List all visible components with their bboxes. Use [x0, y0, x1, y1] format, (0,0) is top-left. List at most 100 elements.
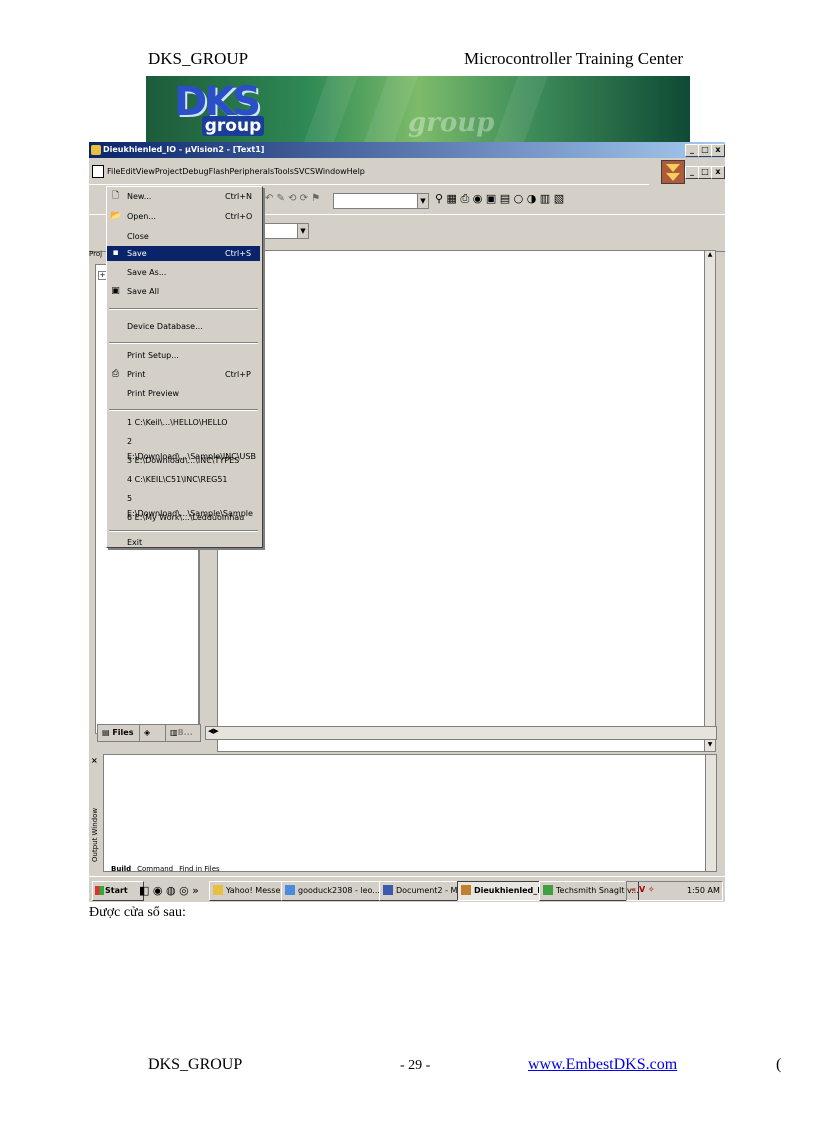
output-tab-1[interactable]: Command	[137, 865, 173, 873]
file-menu-item[interactable]: 5 E:\Download\...\Sample\Sample	[107, 491, 260, 518]
file-menu-item[interactable]: ▣ Save All	[107, 284, 260, 299]
close-button[interactable]: x	[711, 144, 725, 157]
taskbar-item[interactable]: Dieukhienled_IO ...	[457, 881, 551, 901]
file-menu-item-label: Print Setup...	[127, 351, 179, 360]
file-menu-item[interactable]: 🗋 New... Ctrl+N	[107, 189, 260, 204]
scroll-up-icon[interactable]: ▲	[705, 251, 715, 261]
save-all-icon: ▣	[111, 286, 120, 296]
output-window-label: Output Window	[91, 807, 99, 862]
menubar-row: FileEditViewProjectDebugFlashPeripherals…	[89, 158, 725, 184]
menu-separator	[109, 342, 258, 344]
footer-url-link[interactable]: www.EmbestDKS.com	[528, 1056, 677, 1074]
editor-area[interactable]: ▲ ▼	[217, 250, 716, 752]
output-vscroll[interactable]	[705, 755, 716, 871]
file-menu-item-label: 3 E:\Download\...\INC\TYPES	[127, 456, 240, 465]
files-tab-icon: ▤	[102, 728, 113, 737]
file-menu-item-label: New...	[127, 192, 152, 201]
open-folder-icon: 📂	[110, 211, 122, 221]
quick-launch-icons[interactable]: ◧ ◉ ◍ ◎ »	[139, 884, 199, 897]
file-menu-item-shortcut: Ctrl+O	[225, 212, 253, 221]
scroll-left-icon[interactable]: ◀▶	[208, 727, 219, 735]
doc-minimize-button[interactable]: _	[685, 166, 699, 179]
file-menu-item-shortcut: Ctrl+S	[225, 249, 252, 258]
file-menu-item[interactable]: 1 C:\Keil\...\HELLO\HELLO	[107, 415, 260, 430]
app-icon	[213, 885, 223, 895]
menu-tools[interactable]: Tools	[274, 167, 294, 176]
tab-books[interactable]: ▥B...	[165, 724, 201, 742]
app-icon	[543, 885, 553, 895]
app-icon	[91, 145, 101, 155]
project-label: Proj	[89, 250, 103, 258]
file-menu-item[interactable]: Print Preview	[107, 386, 260, 401]
taskbar-item[interactable]: Document2 - Micros...	[379, 881, 469, 901]
app-icon	[285, 885, 295, 895]
menubar: FileEditViewProjectDebugFlashPeripherals…	[107, 167, 365, 176]
toolbar-edit-icons[interactable]: ↶ ✎ ⟲ ⟳ ⚑	[265, 193, 320, 204]
editor-vscroll[interactable]: ▲ ▼	[704, 251, 715, 751]
menu-project[interactable]: Project	[155, 167, 182, 176]
doc-maximize-button[interactable]: □	[698, 166, 712, 179]
banner-watermark: group	[408, 108, 495, 138]
menu-help[interactable]: Help	[347, 167, 365, 176]
minimize-button[interactable]: _	[685, 144, 699, 157]
menu-separator	[109, 409, 258, 411]
scroll-down-icon[interactable]: ▼	[705, 741, 715, 751]
menu-edit[interactable]: Edit	[120, 167, 136, 176]
file-menu-item[interactable]: 3 E:\Download\...\INC\TYPES	[107, 453, 260, 468]
toolbar-tool-icons[interactable]: ⚲ ▦ ⎙ ◉ ▣ ▤ ○ ◑ ▥ ▧	[435, 192, 564, 206]
output-close-icon[interactable]: ×	[91, 756, 98, 765]
regs-tab-icon: ◈	[144, 728, 151, 737]
menu-window[interactable]: Window	[315, 167, 347, 176]
footer-edge-text: (	[776, 1056, 782, 1073]
file-menu-item[interactable]: Device Database...	[107, 319, 260, 334]
output-tab-2[interactable]: Find in Files	[179, 865, 220, 873]
system-tray: « V ✧ 1:50 AM	[626, 881, 723, 901]
file-menu-item[interactable]: Print Setup...	[107, 348, 260, 363]
menu-flash[interactable]: Flash	[209, 167, 230, 176]
taskbar-item[interactable]: gooduck2308 - leo...	[281, 881, 391, 901]
app-icon	[461, 885, 471, 895]
file-menu-item[interactable]: Exit	[107, 535, 260, 550]
chevron-down-icon[interactable]: ▼	[417, 194, 428, 208]
taskbar-item-label: gooduck2308 - leo...	[298, 886, 380, 895]
menu-svcs[interactable]: SVCS	[294, 167, 315, 176]
header-right-text: Microcontroller Training Center	[464, 49, 684, 68]
output-window[interactable]	[103, 754, 717, 872]
output-tab-0[interactable]: Build	[111, 865, 131, 873]
tab-files[interactable]: ▤ Files	[97, 724, 143, 742]
maximize-button[interactable]: □	[698, 144, 712, 157]
file-menu-item-label: Open...	[127, 212, 156, 221]
file-menu-item-label: 4 C:\KEIL\C51\INC\REG51	[127, 475, 228, 484]
start-button[interactable]: Start	[92, 881, 144, 901]
file-menu-item[interactable]: 4 C:\KEIL\C51\INC\REG51	[107, 472, 260, 487]
doc-close-button[interactable]: x	[711, 166, 725, 179]
file-menu-item[interactable]: 📂 Open... Ctrl+O	[107, 209, 260, 224]
file-menu-item-label: Exit	[127, 538, 143, 547]
new-file-icon: 🗋	[111, 191, 120, 201]
target-combo[interactable]: ▼	[261, 223, 309, 239]
file-menu-item-label: Print	[127, 370, 146, 379]
menu-separator	[109, 530, 258, 532]
file-menu-item[interactable]: ⎙ Print Ctrl+P	[107, 367, 260, 382]
chevron-down-icon[interactable]: ▼	[297, 224, 308, 238]
find-combo[interactable]: ▼	[333, 193, 429, 209]
window-titlebar: Dieukhienled_IO - µVision2 - [Text1] _ □…	[89, 142, 725, 158]
menu-peripherals[interactable]: Peripherals	[230, 167, 275, 176]
editor-hscroll[interactable]: ◀▶	[205, 726, 717, 740]
file-menu-item[interactable]: 2 E:\Download\...\Sample\INC\USB	[107, 434, 260, 461]
printer-icon: ⎙	[111, 369, 120, 379]
file-menu-item-label: Close	[127, 232, 149, 241]
menu-debug[interactable]: Debug	[182, 167, 208, 176]
file-menu-item[interactable]: 6 E:\My Work\...\Ledduoinhau	[107, 510, 260, 525]
menu-view[interactable]: View	[136, 167, 155, 176]
tray-icons[interactable]: « V ✧	[631, 885, 655, 894]
header-banner: DKS group group	[146, 76, 690, 142]
file-menu-item[interactable]: ▪ Save Ctrl+S	[107, 246, 260, 261]
uvision-screenshot: Dieukhienled_IO - µVision2 - [Text1] _ □…	[89, 142, 725, 902]
menu-file[interactable]: File	[107, 167, 120, 176]
file-menu-item[interactable]: Save As...	[107, 265, 260, 280]
file-menu-item-label: 1 C:\Keil\...\HELLO\HELLO	[127, 418, 228, 427]
footer-left-text: DKS_GROUP	[148, 1056, 243, 1073]
file-menu-item[interactable]: Close	[107, 229, 260, 244]
taskbar-item[interactable]: Techsmith SnagIt v...	[539, 881, 639, 901]
